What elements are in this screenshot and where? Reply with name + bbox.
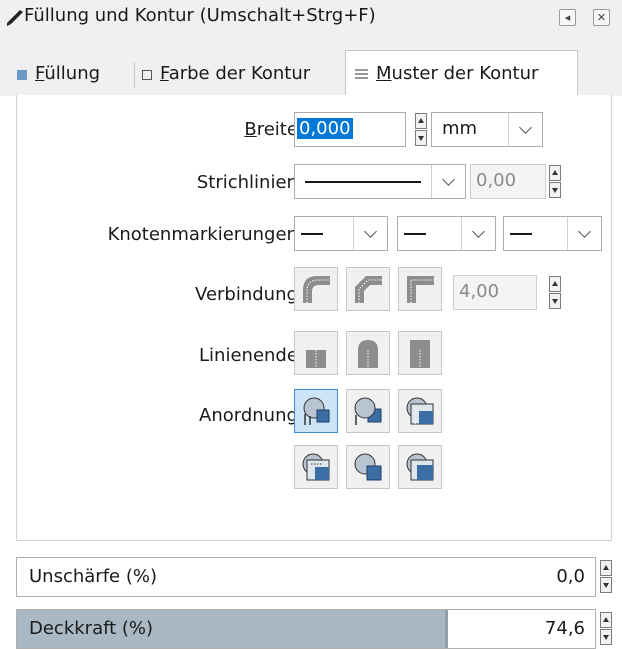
dash-offset-input[interactable]: 0,00: [470, 164, 546, 199]
close-button[interactable]: ✕: [593, 9, 610, 26]
tab-stroke-paint-mnemonic: F: [160, 63, 169, 84]
opacity-spinner[interactable]: [600, 611, 612, 646]
cap-label: Linienende:: [199, 345, 304, 366]
opacity-value: 74,6: [544, 618, 585, 639]
bevel-join-button[interactable]: [346, 267, 390, 311]
tab-stroke-style[interactable]: Muster der Kontur: [345, 50, 578, 96]
tab-stroke-style-label: uster der Kontur: [391, 63, 539, 84]
chevron-down-icon: [353, 217, 387, 250]
bevel-join-icon: [355, 276, 382, 303]
opacity-row: Deckkraft (%) 74,6: [16, 609, 612, 649]
dash-pattern-select[interactable]: [294, 164, 466, 199]
title-bar: Füllung und Kontur (Umschalt+Strg+F) ◂ ✕: [0, 0, 622, 36]
unit-select[interactable]: mm: [431, 112, 543, 147]
blur-slider[interactable]: Unschärfe (%) 0,0: [16, 557, 596, 597]
blur-value: 0,0: [556, 566, 585, 587]
order-option-1-button[interactable]: [294, 389, 338, 433]
chevron-down-icon: [567, 217, 601, 250]
opacity-label: Deckkraft (%): [29, 618, 154, 639]
round-join-button[interactable]: [294, 267, 338, 311]
opacity-slider[interactable]: Deckkraft (%) 74,6: [16, 609, 596, 649]
blur-label: Unschärfe (%): [29, 566, 157, 587]
order-option-2-button[interactable]: [346, 389, 390, 433]
dash-pattern-preview: [305, 181, 421, 183]
miter-limit-spinner[interactable]: [549, 275, 561, 310]
fill-stroke-icon: [7, 10, 23, 26]
dashes-label: Strichlinien:: [196, 172, 304, 193]
width-spinner[interactable]: [415, 112, 427, 147]
marker-none-preview: [510, 233, 532, 235]
order-6-icon: [406, 453, 434, 481]
order-option-5-button[interactable]: [346, 445, 390, 489]
stroke-lines-icon: [355, 69, 368, 79]
miter-join-icon: [407, 276, 434, 303]
order-option-3-button[interactable]: [398, 389, 442, 433]
chevron-down-icon: [508, 113, 542, 146]
width-input[interactable]: 0,000: [294, 112, 406, 147]
order-label: Anordnung:: [199, 405, 304, 426]
miter-join-button[interactable]: [398, 267, 442, 311]
tab-stroke-paint-label: arbe der Kontur: [168, 63, 311, 84]
order-option-6-button[interactable]: [398, 445, 442, 489]
dash-offset-value: 0,00: [476, 170, 517, 191]
chevron-down-icon: [431, 165, 465, 198]
order-3-icon: [406, 397, 434, 425]
order-option-4-button[interactable]: [294, 445, 338, 489]
chevron-down-icon: [461, 217, 495, 250]
start-marker-select[interactable]: [294, 216, 388, 251]
tab-stroke-paint[interactable]: Farbe der Kontur: [141, 58, 341, 94]
fill-square-icon: [17, 70, 27, 80]
window-title: Füllung und Kontur (Umschalt+Strg+F): [24, 5, 376, 26]
collapse-button[interactable]: ◂: [559, 9, 576, 26]
marker-none-preview: [404, 233, 426, 235]
round-cap-button[interactable]: [346, 331, 390, 375]
tab-fill[interactable]: Füllung: [16, 58, 128, 94]
order-5-icon: [354, 453, 382, 481]
tab-fill-mnemonic: F: [35, 63, 45, 84]
tab-fill-label: üllung: [44, 63, 101, 84]
stroke-square-icon: [142, 70, 152, 80]
square-cap-button[interactable]: [398, 331, 442, 375]
marker-none-preview: [301, 233, 323, 235]
butt-cap-button[interactable]: [294, 331, 338, 375]
width-value: 0,000: [297, 118, 353, 139]
square-cap-icon: [410, 340, 430, 368]
order-4-icon: [302, 453, 330, 481]
unit-value: mm: [442, 118, 478, 139]
end-marker-select[interactable]: [503, 216, 602, 251]
mid-marker-select[interactable]: [397, 216, 496, 251]
tab-separator: [134, 62, 135, 88]
butt-cap-icon: [306, 350, 326, 368]
tab-stroke-style-mnemonic: M: [376, 63, 392, 84]
markers-label: Knotenmarkierungen:: [107, 224, 304, 245]
order-1-icon: [303, 397, 330, 425]
miter-limit-value: 4,00: [459, 281, 500, 302]
round-cap-icon: [358, 340, 378, 368]
order-2-icon: [354, 397, 382, 425]
join-label: Verbindung:: [195, 284, 304, 305]
blur-spinner[interactable]: [600, 559, 612, 594]
round-join-icon: [303, 276, 330, 303]
blur-row: Unschärfe (%) 0,0: [16, 557, 612, 597]
opacity-slider-handle[interactable]: [445, 610, 448, 648]
stroke-style-panel: Breite: 0,000 mm Strichlinien: 0,00 Knot…: [16, 95, 612, 541]
dash-offset-spinner[interactable]: [549, 164, 561, 199]
miter-limit-input[interactable]: 4,00: [453, 275, 537, 310]
